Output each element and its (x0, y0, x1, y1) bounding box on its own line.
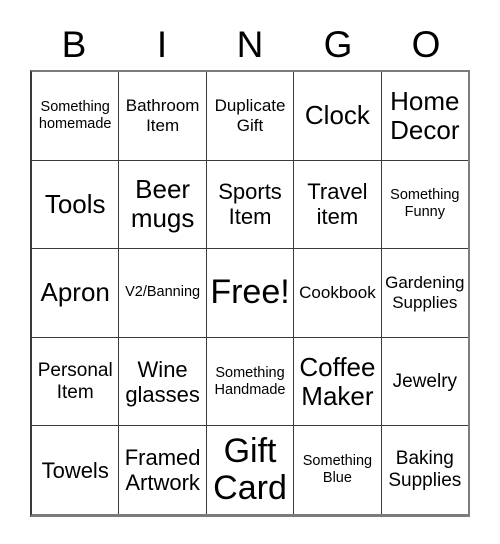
bingo-cell-n2[interactable]: Sports Item (206, 160, 295, 249)
bingo-grid: Something homemade Bathroom Item Duplica… (30, 70, 470, 517)
bingo-cell-label: Sports Item (218, 179, 282, 230)
bingo-cell-g3[interactable]: Cookbook (294, 249, 382, 337)
bingo-cell-label: V2/Banning (125, 284, 201, 301)
bingo-row: Something homemade Bathroom Item Duplica… (32, 72, 469, 161)
bingo-cell-label: Something Blue (302, 453, 373, 487)
bingo-cell-n1[interactable]: Duplicate Gift (206, 72, 295, 160)
bingo-cell-b3[interactable]: Apron (32, 249, 120, 337)
bingo-cell-label: Something Handmade (214, 364, 286, 398)
bingo-cell-b5[interactable]: Towels (32, 426, 120, 514)
bingo-header: B I N G O (30, 22, 470, 70)
bingo-row: Tools Beer mugs Sports Item Travel item … (32, 160, 469, 250)
bingo-cell-o5[interactable]: Baking Supplies (381, 426, 469, 514)
bingo-cell-label: Gardening Supplies (385, 272, 465, 312)
bingo-cell-label: Beer mugs (130, 174, 195, 234)
bingo-cell-i2[interactable]: Beer mugs (119, 160, 207, 249)
bingo-header-letter-g: G (323, 24, 353, 65)
bingo-cell-o1[interactable]: Home Decor (381, 72, 469, 160)
bingo-cell-i1[interactable]: Bathroom Item (119, 72, 207, 160)
bingo-cell-i4[interactable]: Wine glasses (119, 337, 207, 426)
bingo-cell-label: Baking Supplies (388, 448, 462, 492)
bingo-cell-label: Something Funny (390, 187, 460, 221)
bingo-cell-free-space[interactable]: Free! (206, 249, 295, 337)
bingo-header-letter-b: B (61, 24, 87, 65)
bingo-cell-label: Personal Item (37, 359, 113, 403)
bingo-cell-label: Framed Artwork (124, 445, 201, 496)
bingo-cell-i3[interactable]: V2/Banning (119, 249, 207, 337)
bingo-header-letter-o: O (411, 24, 441, 65)
bingo-cell-label: Towels (41, 457, 109, 483)
bingo-cell-n4[interactable]: Something Handmade (206, 337, 295, 426)
bingo-cell-g2[interactable]: Travel item (294, 160, 382, 249)
bingo-cell-g1[interactable]: Clock (294, 72, 382, 160)
bingo-cell-label: Duplicate Gift (214, 95, 286, 135)
bingo-cell-label: Cookbook (299, 282, 376, 302)
bingo-cell-n5[interactable]: Gift Card (206, 426, 295, 514)
bingo-row: Apron V2/Banning Free! Cookbook Gardenin… (32, 249, 469, 338)
bingo-cell-g4[interactable]: Coffee Maker (294, 337, 382, 426)
bingo-cell-i5[interactable]: Framed Artwork (119, 426, 207, 514)
bingo-cell-b4[interactable]: Personal Item (32, 337, 120, 426)
bingo-cell-label: Apron (40, 277, 110, 308)
bingo-cell-o3[interactable]: Gardening Supplies (381, 249, 469, 337)
bingo-cell-o2[interactable]: Something Funny (381, 160, 469, 249)
bingo-cell-label: Clock (304, 100, 370, 131)
bingo-row: Towels Framed Artwork Gift Card Somethin… (32, 426, 469, 514)
bingo-header-letter-i: I (156, 24, 168, 65)
bingo-cell-g5[interactable]: Something Blue (294, 426, 382, 514)
bingo-card: B I N G O Something homemade Bathroom It… (0, 0, 500, 544)
bingo-cell-label: Something homemade (38, 98, 112, 132)
bingo-cell-label: Wine glasses (125, 356, 200, 407)
bingo-cell-label: Travel item (307, 179, 368, 230)
bingo-cell-b2[interactable]: Tools (32, 160, 120, 249)
bingo-cell-label: Home Decor (390, 85, 460, 145)
bingo-header-letter-n: N (236, 24, 264, 65)
bingo-cell-o4[interactable]: Jewelry (381, 337, 469, 426)
bingo-cell-label: Bathroom Item (125, 95, 200, 135)
bingo-row: Personal Item Wine glasses Something Han… (32, 337, 469, 427)
bingo-cell-b1[interactable]: Something homemade (32, 72, 120, 160)
bingo-cell-label: Jewelry (392, 370, 458, 392)
bingo-cell-label: Coffee Maker (299, 351, 376, 411)
bingo-cell-label: Tools (44, 188, 106, 219)
bingo-cell-label: Free! (210, 273, 290, 312)
bingo-cell-label: Gift Card (213, 432, 287, 508)
